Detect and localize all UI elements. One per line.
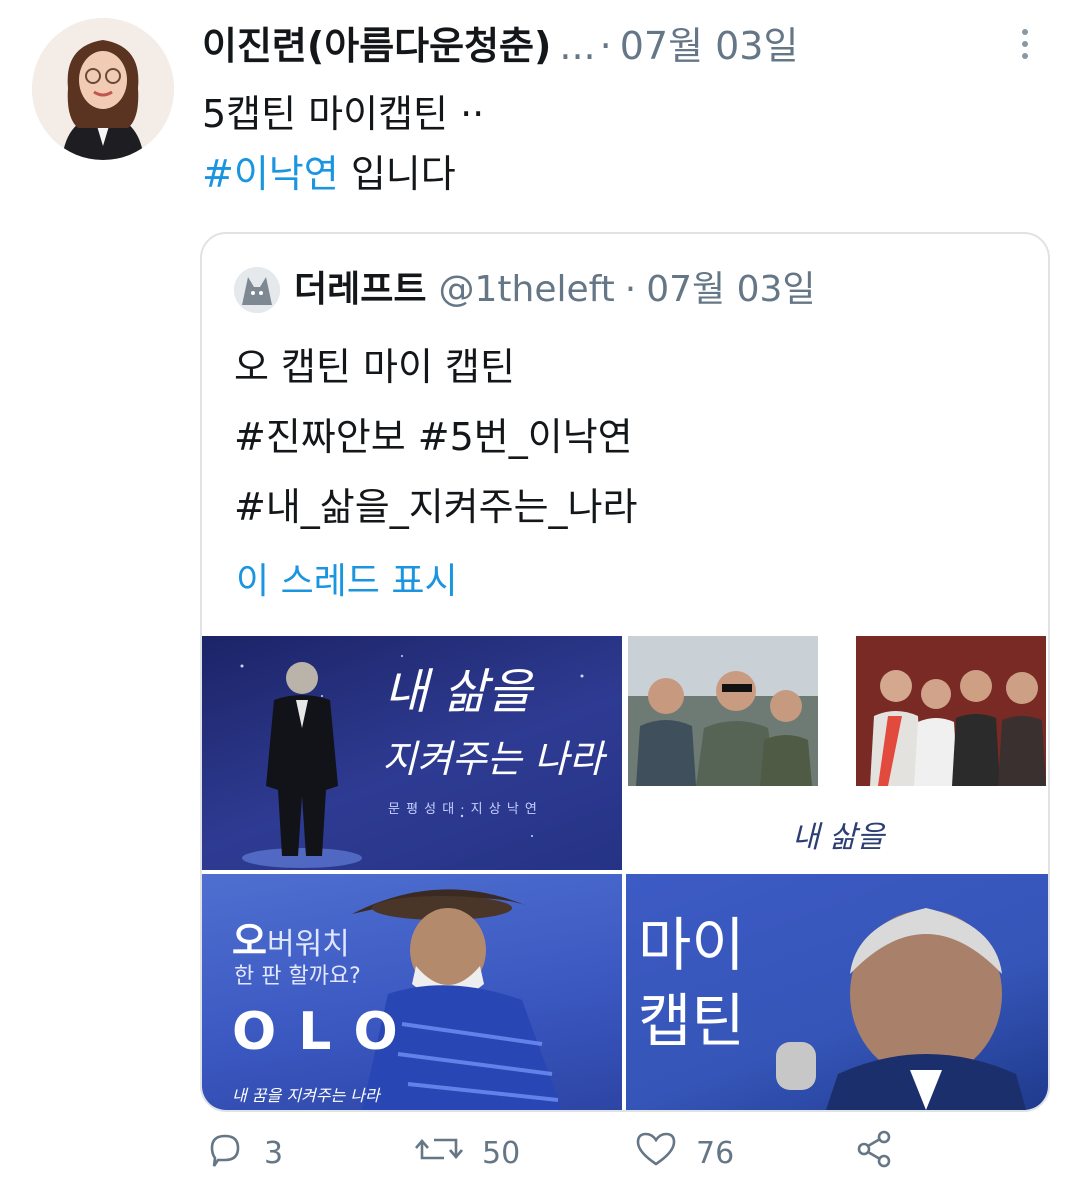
tile3-logo: O L O [232,1002,400,1062]
tweet-text: 5캡틴 마이캡틴 ·· #이낙연 입니다 [202,84,1022,204]
tile3-subline: 한 판 할까요? [234,964,361,989]
reply-button[interactable]: 3 [204,1128,414,1178]
tile3-headline-big: 오 [232,919,267,963]
quoted-text-line-2: #진짜안보 #5번_이낙연 [234,415,633,459]
media-grid: 내 삶을 지켜주는 나라 문 평 성 대 · 지 상 낙 연 내 삶을 오버워치… [202,636,1048,1110]
tile1-caption: 문 평 성 대 · 지 상 낙 연 [388,802,538,817]
tweet-action-bar: 3 50 76 [204,1130,924,1176]
share-icon [854,1128,914,1178]
tweet-text-line-2-rest: 입니다 [338,152,456,196]
quoted-tweet-date[interactable]: 07월 03일 [646,264,815,316]
like-count: 76 [696,1135,735,1171]
quoted-text-line-1: 오 캡틴 마이 캡틴 [234,345,515,389]
like-button[interactable]: 76 [634,1128,854,1178]
show-thread-link[interactable]: 이 스레드 표시 [236,552,458,612]
quoted-tweet-text: 오 캡틴 마이 캡틴 #진짜안보 #5번_이낙연 #내_삶을_지켜주는_나라 [234,332,1014,542]
reply-icon [204,1128,264,1178]
quoted-text-line-3: #내_삶을_지켜주는_나라 [234,485,638,529]
reply-count: 3 [264,1135,284,1171]
quoted-author-name[interactable]: 더레프트 [294,264,426,316]
tile4-line1: 마이 [638,911,745,979]
tile2-caption: 내 삶을 [792,820,885,855]
quoted-author-handle[interactable]: @1theleft [438,264,614,316]
tweet-text-line-1: 5캡틴 마이캡틴 ·· [202,92,485,136]
retweet-count: 50 [482,1135,521,1171]
quoted-tweet-header: 더레프트 @1theleft · 07월 03일 [234,264,816,316]
more-vertical-icon[interactable] [1015,22,1035,66]
quoted-author-avatar[interactable] [234,267,280,313]
tile3-headline: 오버워치 [232,910,350,965]
tile3-footer: 내 꿈을 지켜주는 나라 [232,1086,380,1105]
media-image-3[interactable]: 오버워치 한 판 할까요? O L O 내 꿈을 지켜주는 나라 [202,874,622,1110]
like-icon [634,1128,696,1178]
tile4-line2: 캡틴 [638,987,745,1055]
author-name[interactable]: 이진련(아름다운청춘) [202,16,551,76]
media-image-2[interactable]: 내 삶을 [626,636,1048,870]
hashtag-link[interactable]: #이낙연 [202,152,339,196]
name-truncation: ... [559,24,596,68]
tweet-date[interactable]: 07월 03일 [620,16,799,76]
tile1-title-line1: 내 삶을 [384,664,532,720]
media-image-4[interactable]: 마이 캡틴 [626,874,1048,1110]
tile1-title-line2: 지켜주는 나라 [382,737,604,781]
author-avatar[interactable] [32,18,174,160]
retweet-button[interactable]: 50 [414,1128,634,1178]
header-separator: · [599,24,612,68]
quoted-tweet-card[interactable]: 더레프트 @1theleft · 07월 03일 오 캡틴 마이 캡틴 #진짜안… [200,232,1050,1112]
tweet-text-line-2: #이낙연 입니다 [202,144,1022,204]
quoted-header-separator: · [624,269,637,310]
share-button[interactable] [854,1128,914,1178]
tweet-header: 이진련(아름다운청춘) ... · 07월 03일 [202,16,999,76]
retweet-icon [414,1128,482,1178]
tile3-headline-rest: 버워치 [266,927,350,962]
media-image-1[interactable]: 내 삶을 지켜주는 나라 문 평 성 대 · 지 상 낙 연 [202,636,622,870]
